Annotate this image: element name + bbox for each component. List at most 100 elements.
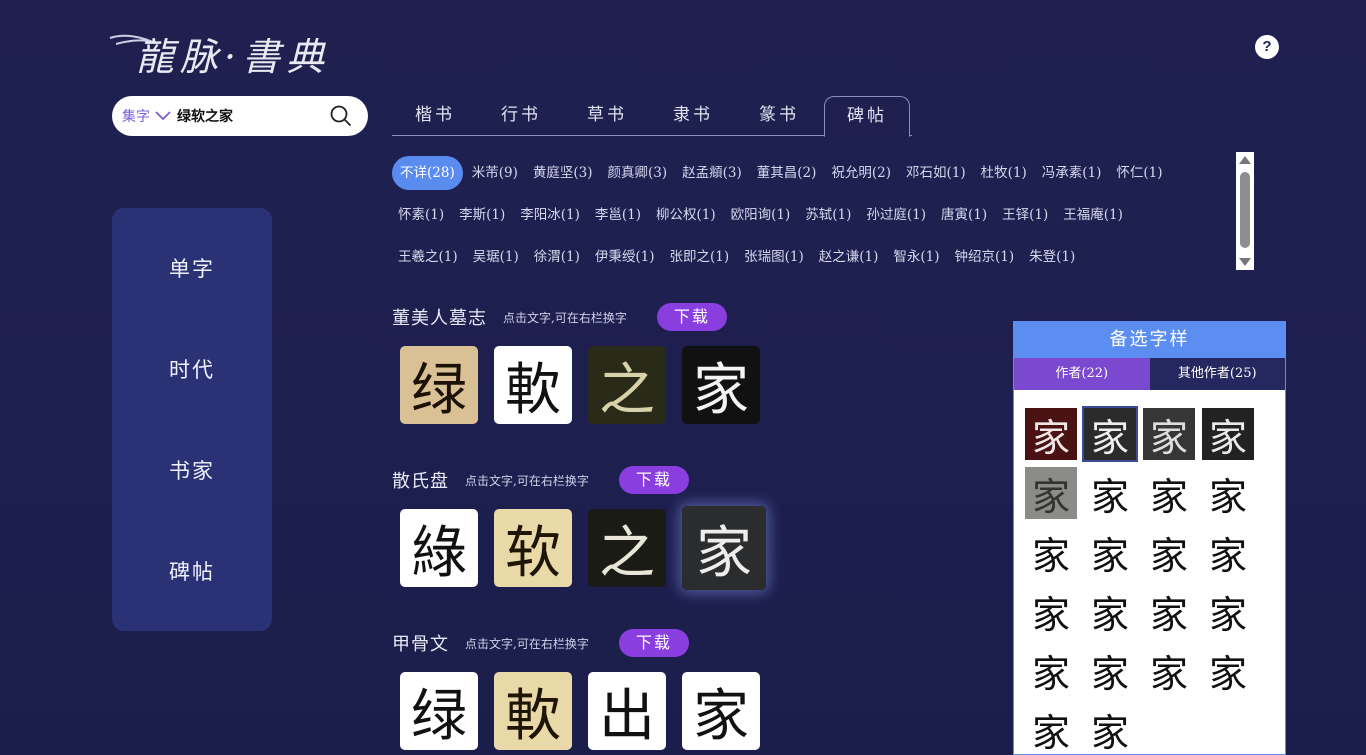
- glyph-tile[interactable]: 软: [494, 509, 572, 587]
- candidate-glyph[interactable]: 家: [1143, 408, 1195, 460]
- author-chip[interactable]: 智永(1): [887, 240, 945, 274]
- glyph-char: 绿: [411, 683, 467, 749]
- candidate-glyph[interactable]: 家: [1025, 585, 1077, 637]
- tab-kaishu[interactable]: 楷书: [392, 96, 478, 136]
- author-chip[interactable]: 王羲之(1): [392, 240, 464, 274]
- download-button[interactable]: 下载: [656, 303, 727, 331]
- search-input[interactable]: 绿软之家: [177, 106, 330, 126]
- app-logo[interactable]: 龍脉·書典: [108, 28, 358, 79]
- scroll-down-icon[interactable]: [1239, 258, 1251, 266]
- author-row: 王羲之(1) 吴琚(1) 徐渭(1) 伊秉绶(1) 张即之(1) 张瑞图(1) 赵之谦(1)…: [392, 236, 1234, 278]
- glyph-tile[interactable]: 家: [682, 506, 766, 590]
- tab-lishu[interactable]: 隶书: [650, 96, 736, 136]
- candidate-glyph[interactable]: 家: [1143, 467, 1195, 519]
- glyph-tile[interactable]: 綠: [400, 509, 478, 587]
- glyph-tile[interactable]: 出: [588, 672, 666, 750]
- author-chip[interactable]: 王铎(1): [996, 198, 1054, 232]
- tab-caoshu[interactable]: 草书: [564, 96, 650, 136]
- candidate-tabs: 作者(22) 其他作者(25): [1014, 358, 1285, 390]
- candidate-glyph[interactable]: 家: [1143, 585, 1195, 637]
- result-section: 甲骨文 点击文字,可在右栏换字 下载绿軟出家: [392, 628, 768, 750]
- author-chip[interactable]: 王福庵(1): [1057, 198, 1129, 232]
- author-chip[interactable]: 颜真卿(3): [601, 156, 673, 190]
- author-chip[interactable]: 张即之(1): [664, 240, 736, 274]
- chevron-down-icon[interactable]: [155, 111, 171, 121]
- author-filter-scrollbar[interactable]: [1236, 152, 1254, 270]
- glyph-tile[interactable]: 之: [588, 509, 666, 587]
- tab-beitie[interactable]: 碑帖: [824, 96, 910, 137]
- author-chip[interactable]: 唐寅(1): [935, 198, 993, 232]
- download-button[interactable]: 下载: [618, 629, 689, 657]
- help-button[interactable]: ?: [1255, 35, 1279, 59]
- candidate-glyph[interactable]: 家: [1025, 467, 1077, 519]
- glyph-char: 之: [599, 357, 655, 423]
- search-bar[interactable]: 集字 绿软之家: [112, 96, 368, 136]
- author-chip[interactable]: 李阳冰(1): [514, 198, 586, 232]
- candidate-glyph[interactable]: 家: [1025, 408, 1077, 460]
- scroll-up-icon[interactable]: [1239, 156, 1251, 164]
- author-chip[interactable]: 董其昌(2): [751, 156, 823, 190]
- candidate-glyph[interactable]: 家: [1202, 408, 1254, 460]
- glyph-tile[interactable]: 軟: [494, 346, 572, 424]
- download-button[interactable]: 下载: [618, 466, 689, 494]
- glyph-tile[interactable]: 家: [682, 346, 760, 424]
- author-chip[interactable]: 张瑞图(1): [738, 240, 810, 274]
- author-chip[interactable]: 欧阳询(1): [725, 198, 797, 232]
- author-chip[interactable]: 不详(28): [392, 156, 463, 190]
- author-chip[interactable]: 苏轼(1): [799, 198, 857, 232]
- candidate-glyph[interactable]: 家: [1025, 703, 1077, 754]
- glyph-tile[interactable]: 家: [682, 672, 760, 750]
- author-chip[interactable]: 黄庭坚(3): [527, 156, 599, 190]
- author-chip[interactable]: 钟绍京(1): [949, 240, 1021, 274]
- author-chip[interactable]: 李邕(1): [589, 198, 647, 232]
- candidate-glyph[interactable]: 家: [1202, 526, 1254, 578]
- scroll-thumb[interactable]: [1240, 172, 1250, 248]
- author-chip[interactable]: 赵孟頫(3): [676, 156, 748, 190]
- glyph-tile[interactable]: 之: [588, 346, 666, 424]
- author-chip[interactable]: 怀仁(1): [1110, 156, 1168, 190]
- tab-xingshu[interactable]: 行书: [478, 96, 564, 136]
- tab-same-author[interactable]: 作者(22): [1014, 358, 1150, 390]
- side-nav-item-era[interactable]: 时代: [169, 354, 215, 384]
- search-mode-label[interactable]: 集字: [122, 106, 150, 126]
- glyph-row: 綠软之家: [392, 506, 774, 590]
- candidate-glyph[interactable]: 家: [1202, 644, 1254, 696]
- glyph-tile[interactable]: 绿: [400, 672, 478, 750]
- author-chip[interactable]: 邓石如(1): [900, 156, 972, 190]
- candidate-glyph[interactable]: 家: [1082, 406, 1138, 462]
- candidate-glyph[interactable]: 家: [1202, 467, 1254, 519]
- candidate-grid: 家家家家家家家家家家家家家家家家家家家家家家: [1014, 390, 1285, 754]
- candidate-glyph[interactable]: 家: [1202, 585, 1254, 637]
- author-chip[interactable]: 孙过庭(1): [860, 198, 932, 232]
- author-filter: 不详(28) 米芾(9) 黄庭坚(3) 颜真卿(3) 赵孟頫(3) 董其昌(2) 祝允明(2…: [392, 152, 1234, 280]
- tab-other-authors[interactable]: 其他作者(25): [1149, 358, 1285, 390]
- glyph-tile[interactable]: 軟: [494, 672, 572, 750]
- candidate-glyph[interactable]: 家: [1143, 644, 1195, 696]
- candidate-glyph[interactable]: 家: [1084, 703, 1136, 754]
- author-chip[interactable]: 米芾(9): [466, 156, 524, 190]
- candidate-glyph[interactable]: 家: [1084, 467, 1136, 519]
- author-chip[interactable]: 怀素(1): [392, 198, 450, 232]
- author-chip[interactable]: 冯承素(1): [1036, 156, 1108, 190]
- author-chip[interactable]: 祝允明(2): [825, 156, 897, 190]
- author-chip[interactable]: 朱登(1): [1023, 240, 1081, 274]
- candidate-glyph[interactable]: 家: [1084, 526, 1136, 578]
- author-chip[interactable]: 吴琚(1): [467, 240, 525, 274]
- author-chip[interactable]: 赵之谦(1): [813, 240, 885, 274]
- side-nav-item-single-char[interactable]: 单字: [169, 253, 215, 283]
- author-chip[interactable]: 杜牧(1): [975, 156, 1033, 190]
- author-chip[interactable]: 伊秉绶(1): [589, 240, 661, 274]
- side-nav-item-calligrapher[interactable]: 书家: [169, 455, 215, 485]
- tab-zhuanshu[interactable]: 篆书: [736, 96, 822, 136]
- candidate-glyph[interactable]: 家: [1025, 526, 1077, 578]
- glyph-tile[interactable]: 绿: [400, 346, 478, 424]
- author-chip[interactable]: 李斯(1): [453, 198, 511, 232]
- candidate-glyph[interactable]: 家: [1084, 644, 1136, 696]
- candidate-glyph[interactable]: 家: [1143, 526, 1195, 578]
- side-nav-item-stele[interactable]: 碑帖: [169, 556, 215, 586]
- candidate-glyph[interactable]: 家: [1025, 644, 1077, 696]
- candidate-glyph[interactable]: 家: [1084, 585, 1136, 637]
- search-icon[interactable]: [330, 105, 352, 127]
- author-chip[interactable]: 柳公权(1): [650, 198, 722, 232]
- author-chip[interactable]: 徐渭(1): [528, 240, 586, 274]
